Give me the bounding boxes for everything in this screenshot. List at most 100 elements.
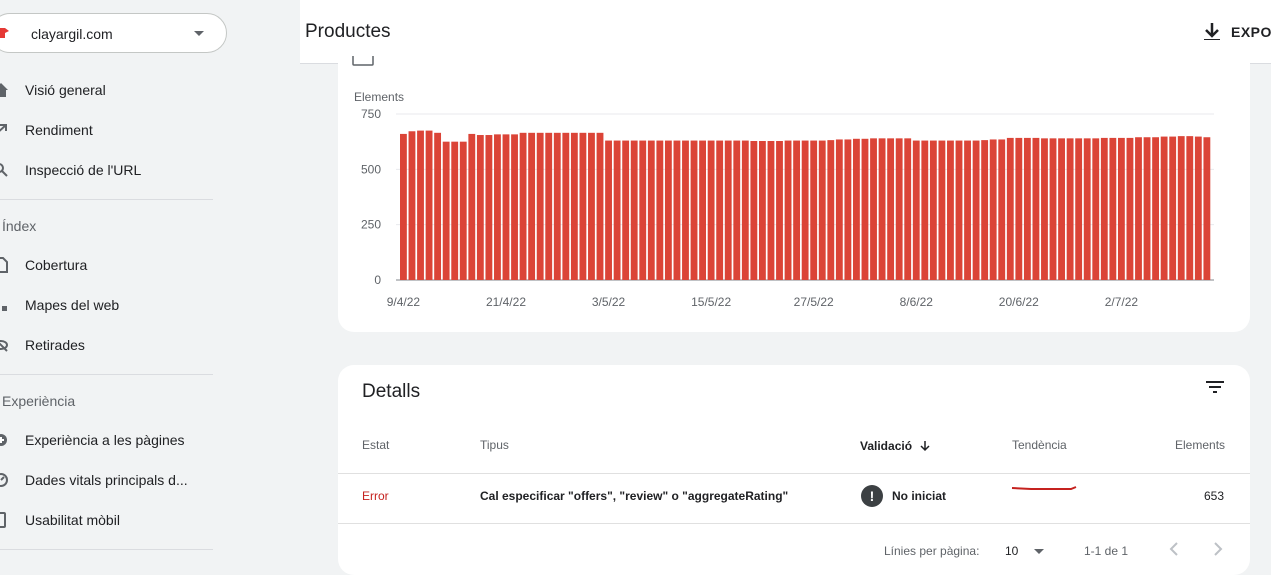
table-divider (338, 523, 1250, 524)
chart-bar (400, 133, 407, 280)
chart-bar (1006, 137, 1014, 280)
chart-bar (622, 140, 630, 280)
chart-bar (776, 141, 783, 280)
chart-bar (588, 132, 595, 280)
chart-bar (1066, 138, 1074, 280)
trend-sparkline (1011, 486, 1077, 490)
sidebar-item-page-experience[interactable]: Experiència a les pàgines (0, 420, 220, 460)
add-circle-icon (0, 434, 7, 446)
y-tick-label: 500 (361, 162, 381, 176)
sidebar-item-removals[interactable]: Retirades (0, 325, 220, 365)
chart-bar (1117, 137, 1125, 280)
property-selector[interactable]: clayargil.com (0, 13, 227, 53)
chart-bar (767, 141, 775, 280)
sidebar-item-label: Retirades (25, 337, 85, 353)
chart-bar (494, 134, 501, 280)
row-elements: 653 (1204, 489, 1225, 503)
chart-bar (938, 140, 946, 280)
sidebar-item-overview[interactable]: Visió general (0, 70, 220, 110)
details-title: Detalls (362, 381, 421, 402)
chevron-right-icon[interactable] (1211, 540, 1225, 558)
chart-bar (605, 140, 612, 280)
chart-bar (613, 140, 621, 280)
chart-bar (408, 131, 416, 280)
chart-bar (1032, 137, 1040, 280)
rows-per-page-value: 10 (1005, 544, 1019, 558)
chart-bar (1186, 136, 1194, 280)
trending-up-icon (0, 124, 7, 132)
sidebar-item-url-inspection[interactable]: Inspecció de l'URL (0, 150, 220, 190)
chart-bar (989, 139, 997, 280)
chart-bar (502, 134, 510, 280)
chart-bar (1177, 136, 1185, 280)
chart-bar (459, 141, 467, 280)
row-type: Cal especificar "offers", "review" o "ag… (480, 489, 789, 503)
chart-bar (750, 141, 758, 280)
chart-bar (835, 139, 843, 280)
rows-per-page-select[interactable]: 10 (1005, 541, 1050, 559)
chart-bar (434, 132, 442, 280)
sidebar-divider (0, 199, 213, 200)
chart-bar (1143, 137, 1151, 280)
sidebar-item-coverage[interactable]: Cobertura (0, 245, 220, 285)
sidebar-item-mobile-usability[interactable]: Usabilitat mòbil (0, 500, 220, 540)
chart-bar (998, 139, 1006, 280)
x-tick-label: 8/6/22 (900, 295, 934, 309)
chart-bar (1041, 138, 1048, 280)
filter-icon[interactable] (1205, 379, 1225, 395)
sidebar-item-sitemaps[interactable]: Mapes del web (0, 285, 220, 325)
chart-bar (682, 140, 689, 280)
exclamation-icon: ! (861, 485, 883, 507)
y-axis-label: Elements (354, 90, 404, 104)
chart-bar (1058, 138, 1065, 280)
chart-bar (1049, 138, 1057, 280)
x-tick-label: 21/4/22 (486, 295, 526, 309)
chevron-down-icon (1034, 549, 1044, 554)
chart-bar (1100, 137, 1108, 280)
property-name: clayargil.com (31, 26, 113, 42)
arrow-down-icon (920, 441, 930, 452)
sidebar-divider (0, 549, 213, 550)
details-card: Detalls Estat Tipus Validació Tendència … (338, 365, 1250, 575)
chart-bar (758, 141, 766, 280)
sidebar-item-performance[interactable]: Rendiment (0, 110, 220, 150)
chart-bar (801, 140, 809, 280)
chevron-left-icon[interactable] (1167, 540, 1181, 558)
export-label: EXPOR (1231, 24, 1271, 40)
chart-bar (690, 140, 698, 280)
visibility-off-icon (0, 340, 8, 352)
chart-bar (442, 141, 450, 280)
chart-bar (1075, 138, 1083, 280)
chart-bar (579, 132, 587, 280)
sidebar-item-label: Rendiment (25, 122, 93, 138)
column-header-type[interactable]: Tipus (480, 438, 509, 452)
chart-bar (511, 134, 518, 280)
y-tick-label: 250 (361, 218, 381, 232)
chart-bar (844, 139, 852, 280)
column-header-elements[interactable]: Elements (1175, 438, 1225, 452)
pagination-range: 1-1 de 1 (1084, 544, 1129, 558)
chart-bar (904, 138, 912, 280)
chart-bar (895, 138, 903, 280)
x-tick-label: 15/5/22 (691, 295, 731, 309)
chart-bar (1169, 136, 1177, 280)
sidebar-item-label: Mapes del web (25, 297, 120, 313)
table-divider (338, 473, 1250, 474)
sidebar-divider (0, 374, 213, 375)
column-header-trend[interactable]: Tendència (1012, 438, 1067, 452)
chart-bar (519, 132, 527, 280)
sidebar-item-core-web-vitals[interactable]: Dades vitals principals d... (0, 460, 220, 500)
chart-bar (921, 140, 929, 280)
chart-bar (827, 140, 835, 280)
speed-icon (0, 473, 8, 487)
column-header-status[interactable]: Estat (362, 438, 389, 452)
chart-bar (630, 140, 638, 280)
chart-bar (596, 132, 604, 280)
column-header-validation[interactable]: Validació (860, 438, 930, 453)
chart-bar (1135, 137, 1142, 280)
x-tick-label: 9/4/22 (387, 295, 421, 309)
y-tick-label: 0 (374, 273, 381, 287)
chart-bar (485, 135, 493, 280)
chart-bar (656, 140, 664, 280)
x-tick-label: 3/5/22 (592, 295, 626, 309)
